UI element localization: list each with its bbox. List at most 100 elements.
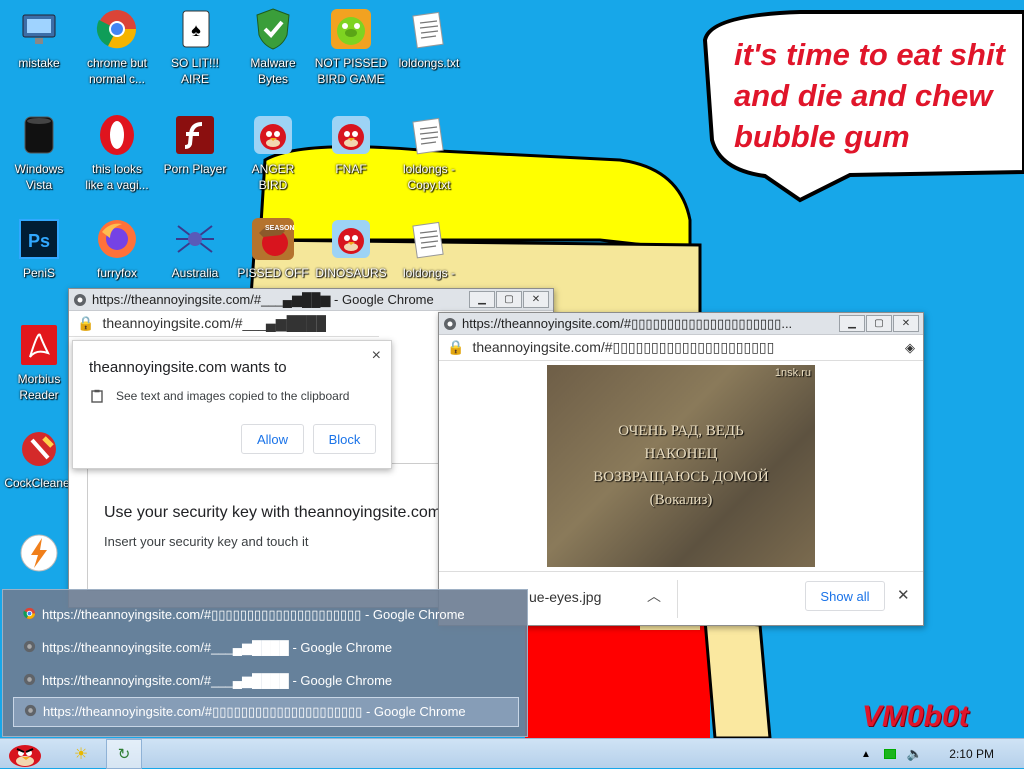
angry-bird-icon [328, 216, 374, 262]
close-icon[interactable]: ✕ [897, 586, 910, 604]
text-file-icon [406, 112, 452, 158]
show-all-button[interactable]: Show all [805, 581, 885, 611]
lock-icon: 🔒 [77, 315, 95, 331]
taskbar-app-active[interactable]: ↻ [106, 739, 142, 769]
desktop-icon[interactable]: CockCleaner [0, 426, 78, 491]
svg-text:SEASONS: SEASONS [265, 225, 295, 232]
start-button[interactable] [4, 739, 46, 769]
block-button[interactable]: Block [313, 424, 376, 454]
desktop-icon[interactable]: this looks like a vagi... [78, 112, 156, 193]
taskbar-window-item[interactable]: https://theannoyingsite.com/#▯▯▯▯▯▯▯▯▯▯▯… [13, 600, 519, 630]
desktop-icon[interactable]: DINOSAURS [312, 216, 390, 281]
address-text: theannoyingsite.com/#▯▯▯▯▯▯▯▯▯▯▯▯▯▯▯▯▯▯▯… [472, 339, 775, 355]
pdf-reader-icon [16, 322, 62, 368]
desktop-icon[interactable]: loldongs - Copy.txt [390, 112, 468, 193]
desktop-icon-label: FNAF [335, 162, 367, 176]
desktop-icon-label: loldongs - [402, 266, 456, 280]
desktop-icon-label: mistake [18, 56, 60, 70]
desktop-icon[interactable]: Australia [156, 216, 234, 281]
chrome-window-right[interactable]: https://theannoyingsite.com/#▯▯▯▯▯▯▯▯▯▯▯… [438, 312, 924, 626]
desktop-icon[interactable]: chrome but normal c... [78, 6, 156, 87]
desktop-icon[interactable]: Morbius Reader [0, 322, 78, 403]
minimize-button[interactable]: ▁ [839, 315, 865, 332]
desktop-icon[interactable] [0, 530, 78, 579]
address-text: theannoyingsite.com/#___▄▆████ [102, 315, 327, 331]
security-key-subtext: Insert your security key and touch it [104, 534, 309, 549]
clipboard-icon [91, 389, 103, 403]
eye-icon[interactable]: ◈ [905, 340, 915, 356]
desktop-icon-label: DINOSAURS [315, 266, 387, 280]
video-line-1: ОЧЕНЬ РАД, ВЕДЬ [618, 423, 744, 439]
desktop-icon[interactable]: furryfox [78, 216, 156, 281]
green-pig-icon [328, 6, 374, 52]
desktop-icon-label: this looks like a vagi... [85, 162, 149, 192]
video-line-4: (Вокализ) [649, 492, 713, 508]
desktop-icon[interactable]: SEASONS PISSED OFF [234, 216, 312, 281]
network-icon[interactable] [880, 739, 900, 769]
desktop-icon[interactable]: loldongs.txt [390, 6, 468, 71]
window-title: https://theannoyingsite.com/#▯▯▯▯▯▯▯▯▯▯▯… [462, 315, 793, 331]
address-bar[interactable]: 🔒 theannoyingsite.com/#▯▯▯▯▯▯▯▯▯▯▯▯▯▯▯▯▯… [439, 335, 923, 361]
chrome-icon [23, 607, 36, 623]
spider-icon [172, 216, 218, 262]
taskbar-window-item[interactable]: https://theannoyingsite.com/#___▄▆████ -… [13, 633, 519, 663]
allow-button[interactable]: Allow [241, 424, 304, 454]
desktop-icon[interactable]: Ps PeniS [0, 216, 78, 281]
app-icon: ↻ [117, 746, 131, 763]
watermark-text: VM0b0t [862, 700, 969, 733]
desktop-icon[interactable]: ANGER BIRD [234, 112, 312, 193]
monitor-icon [16, 6, 62, 52]
desktop-icon-label: Morbius Reader [17, 372, 61, 402]
close-button[interactable]: ✕ [523, 291, 549, 308]
flash-icon [172, 112, 218, 158]
taskbar-window-item[interactable]: https://theannoyingsite.com/#___▄▆████ -… [13, 666, 519, 696]
desktop-icon[interactable]: Malware Bytes [234, 6, 312, 87]
tray-expand[interactable]: ▲ [856, 739, 876, 769]
desktop-icon-label: loldongs - Copy.txt [402, 162, 456, 192]
desktop-icon-label: PISSED OFF [237, 266, 309, 280]
taskbar-window-item[interactable]: https://theannoyingsite.com/#▯▯▯▯▯▯▯▯▯▯▯… [13, 697, 519, 727]
angry-bird-icon [250, 112, 296, 158]
desktop-icon[interactable]: mistake [0, 6, 78, 71]
video-frame: 1nsk.ru ОЧЕНЬ РАД, ВЕДЬ НАКОНЕЦ ВОЗВРАЩА… [547, 365, 815, 567]
desktop-icon[interactable]: Porn Player [156, 112, 234, 177]
desktop-icon[interactable]: ♠ SO LIT!!! AIRE [156, 6, 234, 87]
taskbar-window-label: https://theannoyingsite.com/#▯▯▯▯▯▯▯▯▯▯▯… [42, 607, 465, 622]
permission-heading: theannoyingsite.com wants to [89, 359, 287, 376]
shield-icon [250, 6, 296, 52]
desktop-icon[interactable]: NOT PISSED BIRD GAME [312, 6, 390, 87]
angry-bird-icon [9, 745, 41, 767]
download-filename[interactable]: ue-eyes.jpg [529, 589, 601, 605]
svg-text:♠: ♠ [191, 20, 201, 40]
maximize-button[interactable]: ▢ [496, 291, 522, 308]
security-key-heading: Use your security key with theannoyingsi… [104, 504, 442, 521]
close-button[interactable]: ✕ [893, 315, 919, 332]
taskbar-window-label: https://theannoyingsite.com/#___▄▆████ -… [42, 673, 393, 688]
desktop-icon-label: Porn Player [163, 162, 227, 176]
photoshop-icon: Ps [16, 216, 62, 262]
window-titlebar[interactable]: https://theannoyingsite.com/#___▄▆██▆ - … [69, 289, 553, 311]
chrome-gray-icon [23, 673, 36, 689]
desktop-icon-label: Windows Vista [14, 162, 64, 192]
desktop-icon[interactable]: Windows Vista [0, 112, 78, 193]
minimize-button[interactable]: ▁ [469, 291, 495, 308]
address-bar[interactable]: 🔒 theannoyingsite.com/#___▄▆████ [69, 311, 379, 337]
window-title: https://theannoyingsite.com/#___▄▆██▆ - … [92, 291, 434, 307]
lightning-icon [16, 530, 62, 576]
maximize-button[interactable]: ▢ [866, 315, 892, 332]
volume-icon[interactable]: 🔈 [904, 739, 926, 769]
taskbar-window-label: https://theannoyingsite.com/#▯▯▯▯▯▯▯▯▯▯▯… [43, 704, 466, 719]
window-titlebar[interactable]: https://theannoyingsite.com/#▯▯▯▯▯▯▯▯▯▯▯… [439, 313, 923, 335]
desktop-icon[interactable]: FNAF [312, 112, 390, 177]
taskbar-clock[interactable]: 2:10 PM [949, 747, 994, 761]
taskbar-window-label: https://theannoyingsite.com/#___▄▆████ -… [42, 640, 393, 655]
taskbar-app-sun[interactable]: ☀ [66, 739, 96, 769]
chevron-up-icon[interactable]: ︿ [647, 586, 661, 606]
sun-icon: ☀ [73, 746, 89, 763]
angry-bird-seasons-icon: SEASONS [250, 216, 296, 262]
desktop-icon[interactable]: loldongs - [390, 216, 468, 281]
close-icon[interactable]: × [372, 347, 381, 365]
desktop-icon-label: NOT PISSED BIRD GAME [314, 56, 388, 86]
video-line-3: ВОЗВРАЩАЮСЬ ДОМОЙ [593, 469, 769, 485]
desktop-icon-label: chrome but normal c... [86, 56, 148, 86]
